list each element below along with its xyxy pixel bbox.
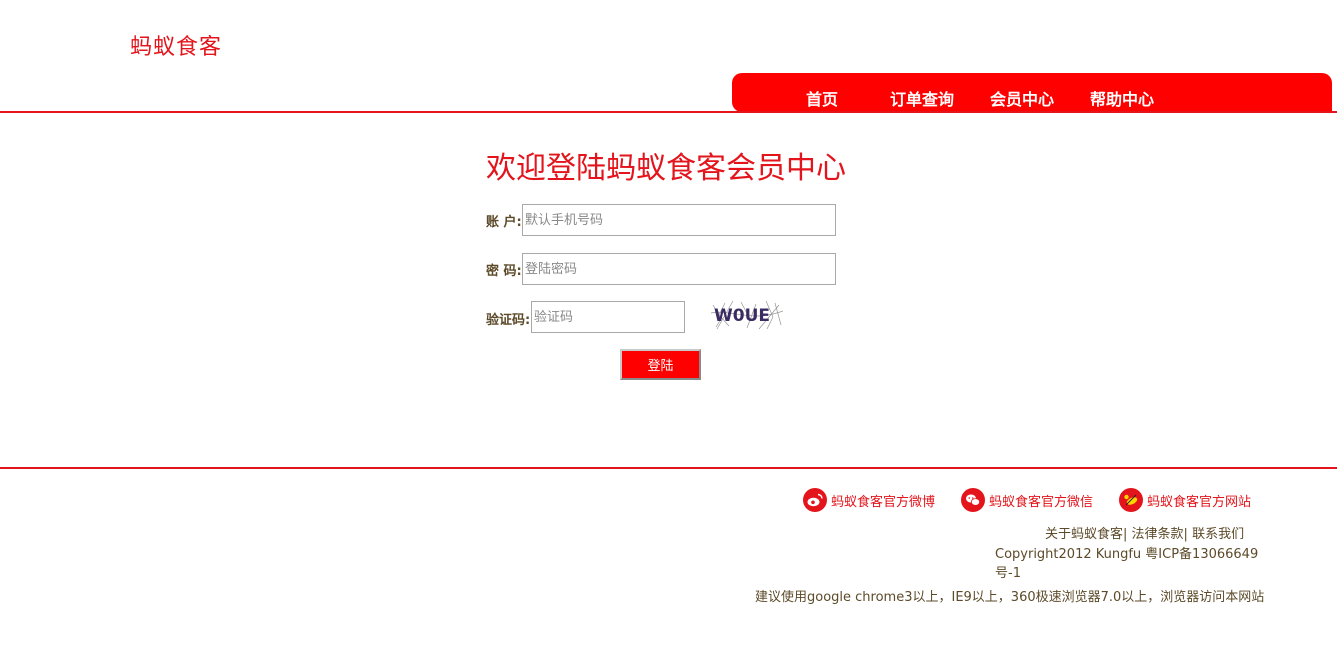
website-icon [1119,488,1143,512]
website-link[interactable]: 蚂蚁食客官方网站 [1119,488,1251,512]
footer-link-contact[interactable]: 联系我们 [1192,527,1244,542]
captcha-text: W0UE [714,306,770,326]
nav-help-center[interactable]: 帮助中心 [1090,86,1154,110]
wechat-link-label: 蚂蚁食客官方微信 [989,494,1094,510]
account-input[interactable] [522,204,836,236]
main-nav: 首页 订单查询 会员中心 帮助中心 [732,73,1332,112]
footer-links: 关于蚂蚁食客| 法律条款| 联系我们 [1045,527,1245,542]
captcha-input[interactable] [531,301,685,333]
captcha-label: 验证码: [486,313,531,328]
weibo-link[interactable]: 蚂蚁食客官方微博 [803,488,935,512]
browser-recommendation: 建议使用google chrome3以上，IE9以上，360极速浏览器7.0以上… [755,590,1265,605]
footer-link-legal[interactable]: 法律条款 [1132,527,1184,542]
page-title: 欢迎登陆蚂蚁食客会员中心 [486,151,846,186]
page: 蚂蚁食客 首页 订单查询 会员中心 帮助中心 欢迎登陆蚂蚁食客会员中心 账 户:… [0,0,1337,666]
password-label: 密 码: [486,264,522,279]
wechat-link[interactable]: 蚂蚁食客官方微信 [961,488,1093,512]
password-input[interactable] [522,253,836,285]
header-divider [0,111,1337,113]
nav-member-center[interactable]: 会员中心 [990,86,1054,110]
wechat-icon [961,488,985,512]
copyright-text: Copyright2012 Kungfu 粤ICP备13066649号-1 [995,547,1259,581]
footer-divider [0,467,1337,469]
footer-link-about[interactable]: 关于蚂蚁食客 [1045,527,1123,542]
weibo-icon [803,488,827,512]
nav-home[interactable]: 首页 [806,86,838,110]
nav-order-query[interactable]: 订单查询 [890,86,954,110]
account-label: 账 户: [486,215,522,230]
login-button[interactable]: 登陆 [620,349,701,380]
captcha-image[interactable]: W0UE [710,299,784,331]
weibo-link-label: 蚂蚁食客官方微博 [831,494,936,510]
site-logo[interactable]: 蚂蚁食客 [130,29,222,61]
website-link-label: 蚂蚁食客官方网站 [1147,494,1252,510]
